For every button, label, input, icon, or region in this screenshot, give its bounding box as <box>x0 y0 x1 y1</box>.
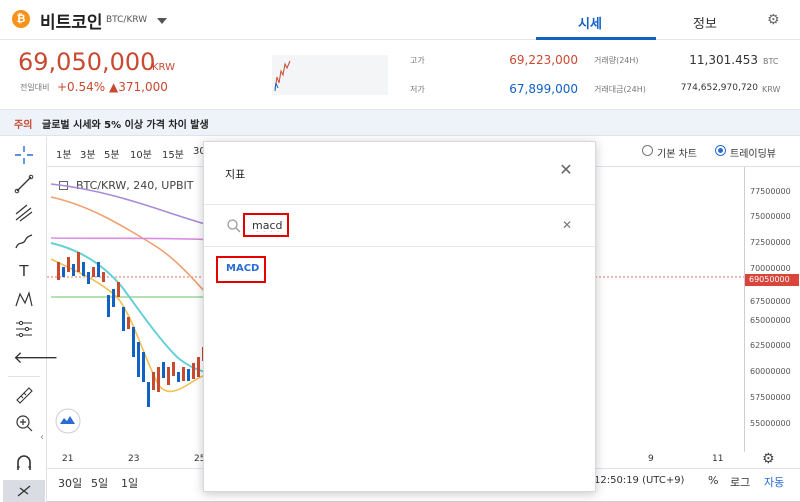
x-tick: 11 <box>712 454 724 464</box>
clear-search-icon[interactable]: ✕ <box>562 218 572 232</box>
crosshair-icon[interactable] <box>13 144 35 166</box>
auto-toggle[interactable]: 자동 <box>764 474 784 490</box>
y-tick: 65000000 <box>750 316 791 325</box>
high-value: 69,223,000 <box>509 53 578 67</box>
indicator-search-input[interactable] <box>252 219 284 232</box>
tool-hidden-icon[interactable] <box>3 480 45 502</box>
clock-readout[interactable]: 12:50:19 (UTC+9) <box>594 475 684 486</box>
range-1d[interactable]: 1일 <box>121 475 138 491</box>
x-tick: 21 <box>62 454 74 464</box>
range-30d[interactable]: 30일 <box>58 475 82 491</box>
amount-unit: KRW <box>762 85 781 94</box>
timeframe-5m[interactable]: 5분 <box>104 146 120 161</box>
chart-settings-gear-icon[interactable]: ⚙ <box>762 451 775 467</box>
current-price: 69,050,000 <box>18 48 156 76</box>
y-tick: 57500000 <box>750 393 791 402</box>
y-tick: 62500000 <box>750 341 791 350</box>
candles <box>57 252 205 407</box>
volume-value: 11,301.453 <box>689 53 758 67</box>
percent-toggle[interactable]: % <box>708 474 718 487</box>
measure-icon[interactable] <box>13 318 35 340</box>
price-change: +0.54% ▲371,000 <box>57 80 168 94</box>
indicator-dialog: 지표 ✕ ✕ MACD <box>203 141 596 492</box>
collapse-toolbar-icon[interactable]: ‹ <box>40 432 44 443</box>
current-price-tag: 69050000 <box>745 274 799 286</box>
dialog-divider <box>204 246 595 247</box>
notice-text: 글로벌 시세와 5% 이상 가격 차이 발생 <box>42 120 209 131</box>
tab-price[interactable]: 시세 <box>530 13 650 32</box>
brush-icon[interactable] <box>13 231 35 253</box>
x-tick: 9 <box>648 454 654 464</box>
upbit-app: ₿ 비트코인 BTC/KRW 시세 정보 ⚙ 69,050,000 KRW 전일… <box>0 0 800 502</box>
chevron-down-icon[interactable] <box>157 18 167 24</box>
range-5d[interactable]: 5일 <box>91 475 108 491</box>
ruler-icon[interactable] <box>13 384 35 406</box>
close-icon[interactable]: ✕ <box>558 162 574 178</box>
sparkline-box <box>272 55 388 95</box>
gear-icon[interactable]: ⚙ <box>767 12 780 28</box>
amount-value: 774,652,970,720 <box>680 83 758 93</box>
tab-info[interactable]: 정보 <box>645 13 765 32</box>
volume-unit: BTC <box>763 57 779 66</box>
bitcoin-logo-icon: ₿ <box>12 10 30 28</box>
basic-chart-radio[interactable] <box>642 145 653 156</box>
timeframe-3m[interactable]: 3분 <box>80 146 96 161</box>
timeframe-10m[interactable]: 10분 <box>130 146 152 161</box>
x-tick: 23 <box>128 454 140 464</box>
toolbar-divider <box>8 376 40 377</box>
trendline-icon[interactable] <box>13 173 35 195</box>
text-icon[interactable]: T <box>13 260 35 282</box>
volume-label: 거래량(24H) <box>594 56 639 65</box>
tradingview-radio[interactable] <box>715 145 726 156</box>
y-tick: 67500000 <box>750 297 791 306</box>
magnet-icon[interactable] <box>13 452 35 474</box>
change-percent: +0.54% <box>57 80 106 94</box>
price-axis[interactable] <box>744 167 800 452</box>
pattern-icon[interactable] <box>13 289 35 311</box>
coin-pair: BTC/KRW <box>106 15 148 25</box>
price-unit: KRW <box>152 62 175 73</box>
log-toggle[interactable]: 로그 <box>730 474 750 490</box>
y-tick: 55000000 <box>750 419 791 428</box>
tradingview-label[interactable]: 트레이딩뷰 <box>730 145 776 160</box>
y-tick: 77500000 <box>750 187 791 196</box>
low-label: 저가 <box>410 85 425 94</box>
timeframe-15m[interactable]: 15분 <box>162 146 184 161</box>
dialog-divider <box>204 204 595 205</box>
y-tick: 60000000 <box>750 367 791 376</box>
timeframe-1m[interactable]: 1분 <box>56 146 72 161</box>
amount-label: 거래대금(24H) <box>594 85 646 94</box>
dialog-title: 지표 <box>225 168 246 181</box>
basic-chart-label[interactable]: 기본 차트 <box>657 145 697 160</box>
change-amount: ▲371,000 <box>109 80 168 94</box>
high-label: 고가 <box>410 56 425 65</box>
y-tick: 70000000 <box>750 264 791 273</box>
notice-tag: 주의 <box>14 120 33 131</box>
sparkline-chart <box>274 60 291 92</box>
pitchfork-icon[interactable] <box>13 202 35 224</box>
y-tick: 72500000 <box>750 238 791 247</box>
arrow-left-icon[interactable]: 🡐 <box>13 347 59 369</box>
coin-name[interactable]: 비트코인 <box>40 8 103 33</box>
y-tick: 75000000 <box>750 212 791 221</box>
indicator-result-macd[interactable]: MACD <box>226 263 259 274</box>
search-icon <box>226 218 242 234</box>
prev-day-label: 전일대비 <box>20 83 50 92</box>
zoom-in-icon[interactable] <box>13 412 35 434</box>
low-value: 67,899,000 <box>509 82 578 96</box>
